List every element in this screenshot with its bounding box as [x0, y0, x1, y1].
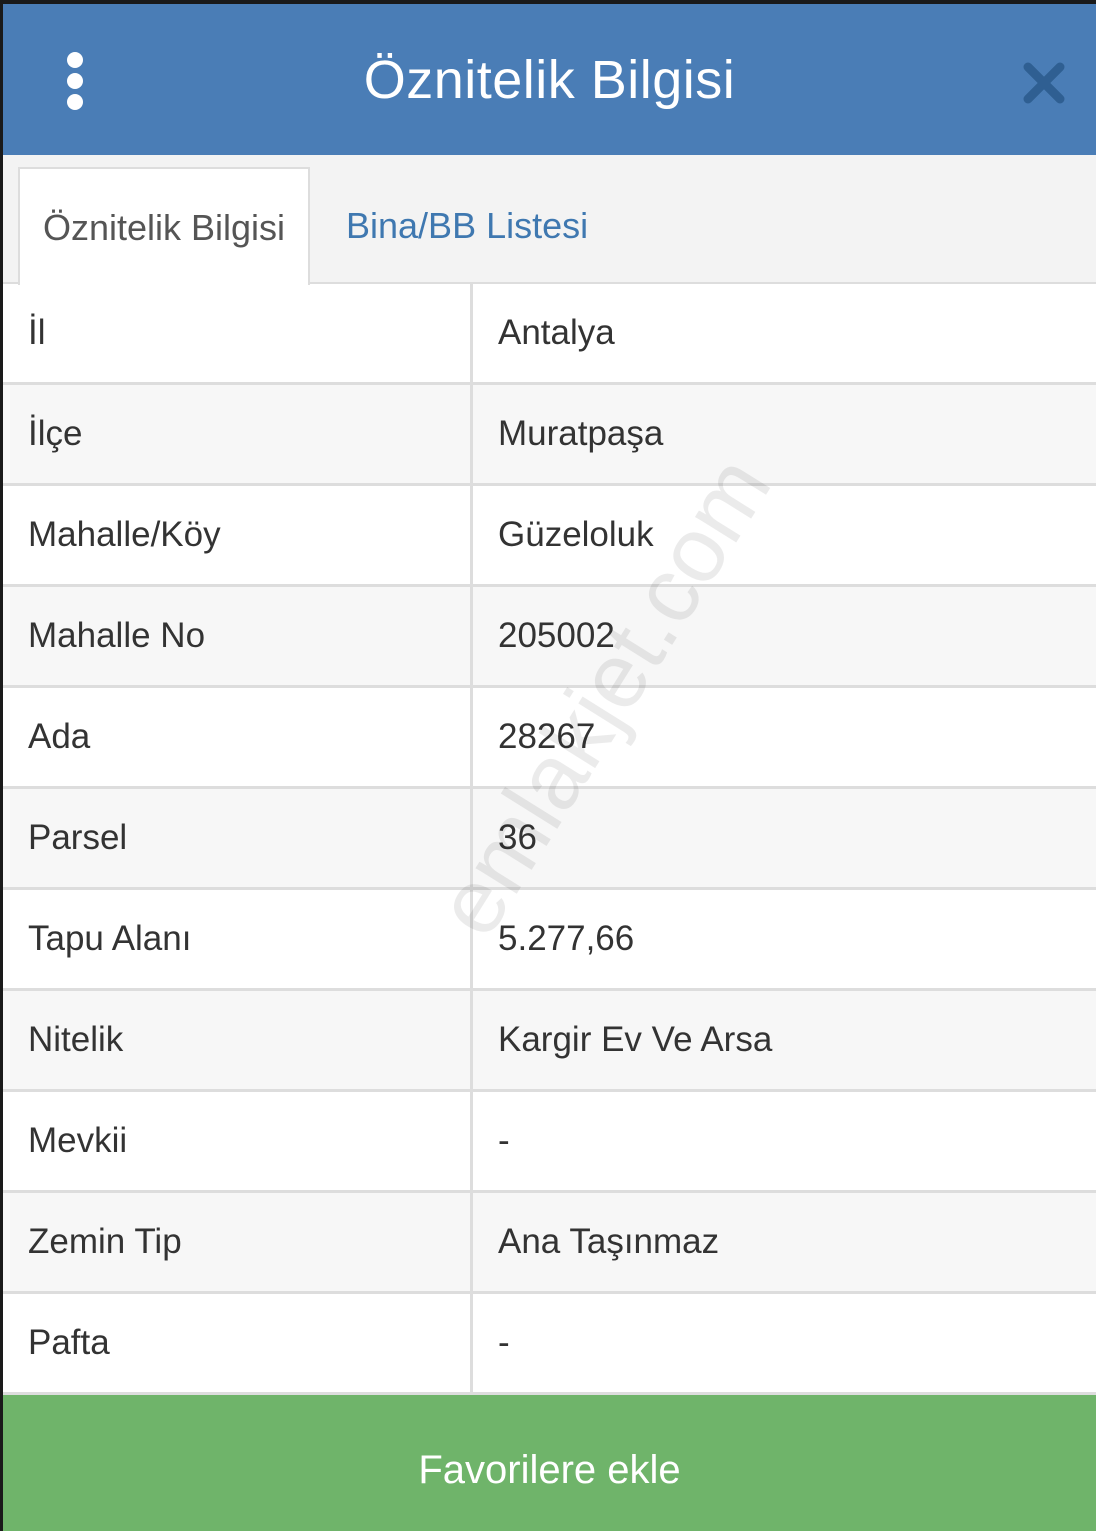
table-row: Mevkii -	[3, 1092, 1096, 1193]
panel-title: Öznitelik Bilgisi	[363, 50, 736, 110]
row-value: Muratpaşa	[498, 414, 664, 453]
row-value: -	[498, 1323, 510, 1362]
row-label: Tapu Alanı	[28, 919, 192, 958]
table-row: İlçe Muratpaşa	[3, 385, 1096, 486]
row-label: Mevkii	[28, 1121, 128, 1160]
row-label: Mahalle No	[28, 616, 206, 655]
row-label: Zemin Tip	[28, 1222, 182, 1261]
tab-building-list[interactable]: Bina/BB Listesi	[346, 167, 588, 285]
column-divider	[470, 385, 473, 483]
row-value: -	[498, 1121, 510, 1160]
tab-attribute-info[interactable]: Öznitelik Bilgisi	[18, 167, 310, 285]
column-divider	[470, 587, 473, 685]
add-to-favorites-button[interactable]: Favorilere ekle	[3, 1395, 1096, 1531]
column-divider	[470, 486, 473, 584]
table-row: Pafta -	[3, 1294, 1096, 1395]
row-label: İl	[28, 313, 46, 352]
column-divider	[470, 789, 473, 887]
row-label: İlçe	[28, 414, 83, 453]
table-row: Zemin Tip Ana Taşınmaz	[3, 1193, 1096, 1294]
row-value: 5.277,66	[498, 919, 635, 958]
column-divider	[470, 991, 473, 1089]
column-divider	[470, 890, 473, 988]
row-label: Pafta	[28, 1323, 110, 1362]
column-divider	[470, 1193, 473, 1291]
table-row: Mahalle/Köy Güzeloluk	[3, 486, 1096, 587]
row-value: Kargir Ev Ve Arsa	[498, 1020, 773, 1059]
table-row: Parsel 36	[3, 789, 1096, 890]
close-icon[interactable]	[1020, 59, 1068, 107]
row-value: 28267	[498, 717, 596, 756]
row-value: Güzeloluk	[498, 515, 654, 554]
table-row: Mahalle No 205002	[3, 587, 1096, 688]
column-divider	[470, 688, 473, 786]
table-row: Ada 28267	[3, 688, 1096, 789]
table-row: Nitelik Kargir Ev Ve Arsa	[3, 991, 1096, 1092]
tab-bar: Öznitelik Bilgisi Bina/BB Listesi	[3, 155, 1096, 285]
row-value: Ana Taşınmaz	[498, 1222, 720, 1261]
attribute-table: İl Antalya İlçe Muratpaşa Mahalle/Köy Gü…	[3, 284, 1096, 1395]
panel-header: Öznitelik Bilgisi	[3, 4, 1096, 155]
column-divider	[470, 284, 473, 382]
row-value: 205002	[498, 616, 615, 655]
column-divider	[470, 1294, 473, 1392]
row-value: 36	[498, 818, 537, 857]
attribute-info-panel: Öznitelik Bilgisi Öznitelik Bilgisi Bina…	[3, 4, 1096, 1531]
row-label: Ada	[28, 717, 91, 756]
row-label: Mahalle/Köy	[28, 515, 221, 554]
table-row: Tapu Alanı 5.277,66	[3, 890, 1096, 991]
row-label: Nitelik	[28, 1020, 124, 1059]
column-divider	[470, 1092, 473, 1190]
row-value: Antalya	[498, 313, 615, 352]
table-row: İl Antalya	[3, 284, 1096, 385]
row-label: Parsel	[28, 818, 128, 857]
